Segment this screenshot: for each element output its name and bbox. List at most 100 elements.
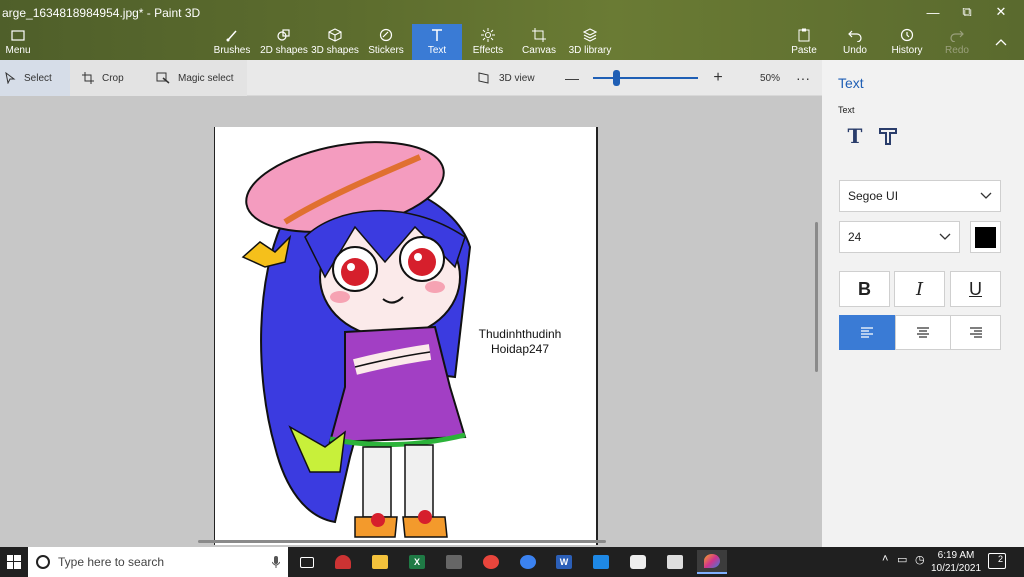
effects-icon: [481, 27, 495, 43]
chrome-icon[interactable]: [476, 550, 506, 574]
app-red-icon[interactable]: [328, 550, 358, 574]
app-notified-icon[interactable]: [439, 550, 469, 574]
microphone-icon[interactable]: [272, 556, 280, 568]
vertical-scrollbar[interactable]: [815, 222, 818, 372]
windows-logo-icon: [7, 555, 21, 569]
sticker-icon: [379, 27, 393, 43]
font-size-value: 24: [848, 230, 862, 244]
taskbar-search-box[interactable]: Type here to search: [28, 547, 288, 577]
paste-icon: [798, 27, 810, 43]
bold-button[interactable]: B: [839, 271, 890, 307]
canvas-icon: [532, 27, 546, 43]
paint-3d-taskbar-icon[interactable]: [697, 550, 727, 574]
canvas-text-line: Thudinhthudinh: [478, 327, 562, 341]
library-icon: [583, 27, 597, 43]
canvas-text-box[interactable]: Thudinhthudinh Hoidap247: [470, 327, 570, 357]
crop-button[interactable]: Crop: [70, 60, 144, 96]
align-left-icon: [861, 326, 873, 338]
select-button[interactable]: Select: [0, 60, 70, 96]
underline-button[interactable]: U: [950, 271, 1001, 307]
align-center-button[interactable]: [895, 315, 951, 350]
clock-time: 6:19 AM: [937, 550, 975, 561]
brush-icon: [225, 27, 239, 43]
font-family-dropdown[interactable]: Segoe UI: [839, 180, 1001, 212]
shapes-2d-icon: [277, 27, 291, 43]
taskbar-clock[interactable]: 6:19 AM 10/21/2021: [930, 549, 982, 575]
file-explorer-icon[interactable]: [365, 550, 395, 574]
view-3d-icon: [478, 72, 489, 84]
ribbon-2d-shapes[interactable]: 2D shapes: [260, 24, 308, 60]
italic-button[interactable]: I: [894, 271, 945, 307]
minimize-button[interactable]: —: [916, 2, 950, 22]
notification-center-icon[interactable]: 2: [988, 553, 1006, 569]
text-color-swatch[interactable]: [970, 221, 1001, 253]
cortana-icon: [36, 555, 50, 569]
undo-icon: [848, 27, 862, 43]
photos-icon[interactable]: [660, 550, 690, 574]
start-button[interactable]: [0, 547, 28, 577]
chevron-down-icon: [939, 233, 951, 240]
close-button[interactable]: ✕: [984, 2, 1018, 22]
text-icon: [430, 27, 444, 43]
ribbon-effects[interactable]: Effects: [468, 24, 508, 60]
magic-select-button[interactable]: Magic select: [144, 60, 247, 96]
undo-button[interactable]: Undo: [838, 24, 872, 60]
align-center-icon: [917, 326, 929, 338]
ribbon-3d-library[interactable]: 3D library: [568, 24, 612, 60]
menu-label: Menu: [5, 45, 31, 56]
3d-text-tool-icon[interactable]: [875, 124, 901, 148]
camera-icon[interactable]: [623, 550, 653, 574]
chrome-alt-icon[interactable]: [513, 550, 543, 574]
canvas-text-line: Hoidap247: [490, 342, 550, 356]
restore-button[interactable]: ⧉: [950, 2, 984, 22]
redo-button[interactable]: Redo: [940, 24, 974, 60]
color-chip: [975, 226, 996, 248]
excel-icon[interactable]: X: [402, 550, 432, 574]
zoom-slider-thumb[interactable]: [612, 70, 620, 86]
app-blue-icon[interactable]: [586, 550, 616, 574]
ribbon-stickers[interactable]: Stickers: [364, 24, 408, 60]
taskbar: Type here to search X W ˄ ▭ ◷ 6:19 AM 10…: [0, 547, 1024, 577]
folder-icon: [11, 27, 25, 43]
zoom-in-button[interactable]: +: [711, 60, 725, 96]
ribbon-3d-shapes[interactable]: 3D shapes: [311, 24, 359, 60]
more-options-button[interactable]: ···: [794, 60, 812, 96]
view-3d-button[interactable]: 3D view: [478, 60, 558, 96]
ribbon-text[interactable]: Text: [412, 24, 462, 60]
search-placeholder: Type here to search: [58, 555, 165, 569]
wifi-icon[interactable]: ◷: [915, 553, 925, 566]
paste-button[interactable]: Paste: [786, 24, 822, 60]
ribbon-brushes[interactable]: Brushes: [212, 24, 252, 60]
title-bar: arge_1634818984954.jpg* - Paint 3D — ⧉ ✕…: [0, 0, 1024, 60]
magic-select-icon: [156, 72, 170, 84]
clock-date: 10/21/2021: [930, 563, 982, 574]
chevron-up-icon: [995, 34, 1007, 50]
zoom-out-button[interactable]: —: [565, 60, 579, 96]
chevron-down-icon: [980, 192, 992, 199]
history-button[interactable]: History: [888, 24, 926, 60]
window-title: arge_1634818984954.jpg* - Paint 3D: [2, 6, 201, 20]
font-family-value: Segoe UI: [848, 189, 899, 203]
word-icon[interactable]: W: [549, 550, 579, 574]
task-view-icon[interactable]: [292, 550, 322, 574]
zoom-slider-track[interactable]: [593, 77, 698, 79]
cursor-icon: [5, 72, 16, 84]
history-icon: [900, 27, 914, 43]
menu-button[interactable]: Menu: [0, 24, 36, 60]
zoom-level: 50%: [759, 72, 780, 84]
ribbon-canvas[interactable]: Canvas: [520, 24, 558, 60]
align-right-button[interactable]: [950, 315, 1001, 350]
collapse-ribbon-button[interactable]: [986, 24, 1016, 60]
cube-icon: [328, 27, 342, 43]
battery-icon[interactable]: ▭: [897, 553, 907, 566]
align-right-icon: [969, 326, 982, 338]
horizontal-scrollbar[interactable]: [198, 540, 606, 543]
text-panel: Text Text T Segoe UI 24 B I U: [822, 60, 1024, 547]
panel-title: Text: [838, 75, 864, 91]
align-left-button[interactable]: [839, 315, 895, 350]
plain-text-tool-icon[interactable]: T: [842, 124, 868, 148]
redo-icon: [950, 27, 964, 43]
font-size-dropdown[interactable]: 24: [839, 221, 960, 253]
chevron-up-icon[interactable]: ˄: [882, 553, 888, 565]
tool-bar: Select Crop Magic select 3D view — + 50%…: [0, 60, 822, 96]
